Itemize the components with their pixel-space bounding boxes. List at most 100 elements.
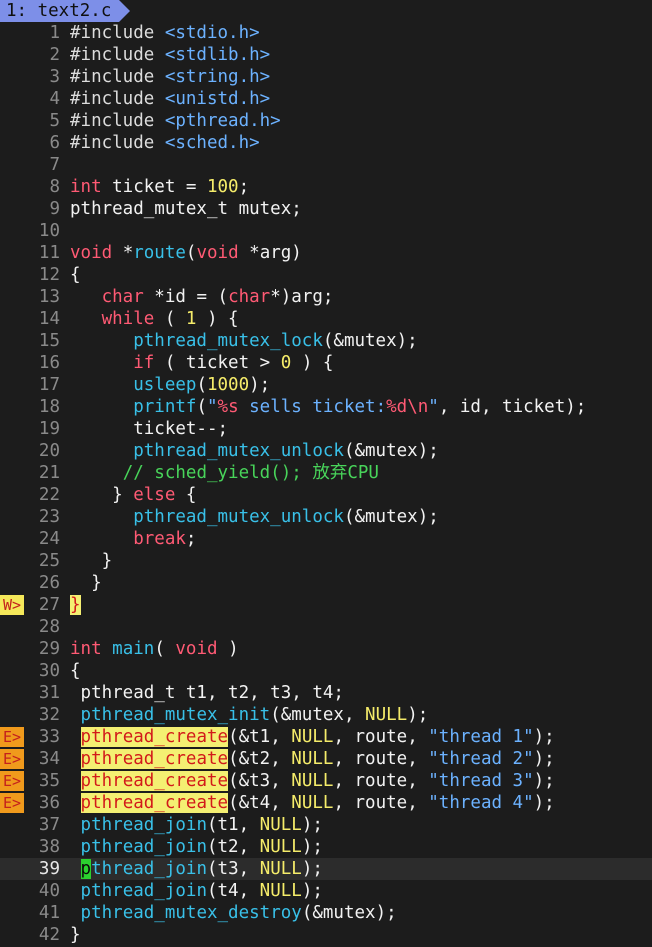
code-line[interactable]: 25 } [0,550,652,572]
code-token: ); [533,793,555,813]
code-line[interactable]: 28 [0,616,652,638]
line-number: 11 [38,243,60,263]
code-line[interactable]: 42} [0,924,652,946]
code-line[interactable]: 16 if ( ticket > 0 ) { [0,352,652,374]
code-text: pthread_create(&t3, NULL, route, "thread… [70,770,555,792]
code-line[interactable]: 1 #include <stdio.h> [0,22,652,44]
code-token: pthread_join [80,837,207,857]
code-token: (t2, [206,837,260,857]
error-sign-icon: E> [0,771,24,791]
code-line[interactable]: E> 34 pthread_create(&t2, NULL, route, "t… [0,748,652,770]
code-line[interactable]: 21 // sched_yield(); 放弃CPU [0,462,652,484]
code-line[interactable]: 7 [0,154,652,176]
tab-arrow-icon [119,0,130,22]
code-token: (&mutex); [343,441,439,461]
code-token: <sched.h> [164,133,260,153]
code-text: pthread_t t1, t2, t3, t4; [70,682,344,704]
line-number: 2 [49,45,60,65]
code-text: #include <string.h> [70,66,270,88]
code-line[interactable]: 8 int ticket = 100; [0,176,652,198]
line-number: 14 [38,309,60,329]
code-text: printf("%s sells ticket:%d\n", id, ticke… [70,396,586,418]
code-line[interactable]: 4 #include <unistd.h> [0,88,652,110]
code-token: *)arg; [270,287,334,307]
code-line[interactable]: 19 ticket--; [0,418,652,440]
code-text: } [70,550,113,572]
line-number: 20 [38,441,60,461]
code-token: if [133,353,155,373]
code-token: { [175,485,197,505]
code-editor[interactable]: 1 #include <stdio.h> 2 #include <stdlib.h> 3… [0,22,652,946]
code-line[interactable]: 11 void *route(void *arg) [0,242,652,264]
code-token: NULL [291,771,334,791]
code-token: } [70,485,134,505]
code-line[interactable]: E> 33 pthread_create(&t1, NULL, route, "t… [0,726,652,748]
code-line[interactable]: 37 pthread_join(t1, NULL); [0,814,652,836]
code-token: (&t4, [228,793,292,813]
code-line[interactable]: 30 { [0,660,652,682]
code-text: void *route(void *arg) [70,242,302,264]
code-text: } else { [70,484,196,506]
code-text: ticket--; [70,418,228,440]
line-number: 28 [38,617,60,637]
code-text: } [70,924,81,946]
code-line[interactable]: W> 27} [0,594,652,616]
code-token: void [70,243,113,263]
code-line[interactable]: 29 int main( void ) [0,638,652,660]
code-line[interactable]: 32 pthread_mutex_init(&mutex, NULL); [0,704,652,726]
code-line[interactable]: 5 #include <pthread.h> [0,110,652,132]
code-token: #include [70,45,165,65]
code-token: NULL [291,749,334,769]
line-number: 13 [38,287,60,307]
code-line[interactable]: 23 pthread_mutex_unlock(&mutex); [0,506,652,528]
code-token: // sched_yield(); 放弃CPU [122,463,379,483]
code-line[interactable]: 39 pthread_join(t3, NULL); [0,858,652,880]
code-line[interactable]: 6 #include <sched.h> [0,132,652,154]
code-token: NULL [291,727,334,747]
code-token: pthread_create [80,771,229,791]
code-line[interactable]: 13 char *id = (char*)arg; [0,286,652,308]
code-token: ); [533,771,555,791]
code-token: printf [133,397,197,417]
code-line[interactable]: 10 [0,220,652,242]
code-token: pthread_mutex_init [80,705,271,725]
code-line[interactable]: 26 } [0,572,652,594]
code-line[interactable]: 2 #include <stdlib.h> [0,44,652,66]
code-line[interactable]: 14 while ( 1 ) { [0,308,652,330]
code-line[interactable]: 15 pthread_mutex_lock(&mutex); [0,330,652,352]
code-token: ); [533,749,555,769]
code-text: pthread_join(t1, NULL); [70,814,323,836]
code-line[interactable]: 18 printf("%s sells ticket:%d\n", id, ti… [0,396,652,418]
code-line[interactable]: E> 35 pthread_create(&t3, NULL, route, "t… [0,770,652,792]
code-line[interactable]: 41 pthread_mutex_destroy(&mutex); [0,902,652,924]
line-number: 41 [38,903,60,923]
line-number: 33 [38,727,60,747]
code-token: * [112,243,134,263]
code-line[interactable]: 3 #include <string.h> [0,66,652,88]
code-token: ); [407,705,429,725]
code-line[interactable]: 9 pthread_mutex_t mutex; [0,198,652,220]
code-token: pthread_join [80,881,207,901]
code-token: pthread_mutex_t mutex; [70,199,302,219]
code-line[interactable]: 20 pthread_mutex_unlock(&mutex); [0,440,652,462]
code-text: pthread_join(t4, NULL); [70,880,323,902]
code-line[interactable]: 38 pthread_join(t2, NULL); [0,836,652,858]
code-token: <string.h> [164,67,271,87]
code-line[interactable]: E> 36 pthread_create(&t4, NULL, route, "t… [0,792,652,814]
code-token: ( [185,243,197,263]
code-line[interactable]: 17 usleep(1000); [0,374,652,396]
line-number: 9 [49,199,60,219]
code-line[interactable]: 31 pthread_t t1, t2, t3, t4; [0,682,652,704]
code-line[interactable]: 40 pthread_join(t4, NULL); [0,880,652,902]
code-token: ); [301,837,323,857]
code-text: int ticket = 100; [70,176,249,198]
code-line[interactable]: 12 { [0,264,652,286]
line-number: 34 [38,749,60,769]
code-line[interactable]: 22 } else { [0,484,652,506]
code-line[interactable]: 24 break; [0,528,652,550]
